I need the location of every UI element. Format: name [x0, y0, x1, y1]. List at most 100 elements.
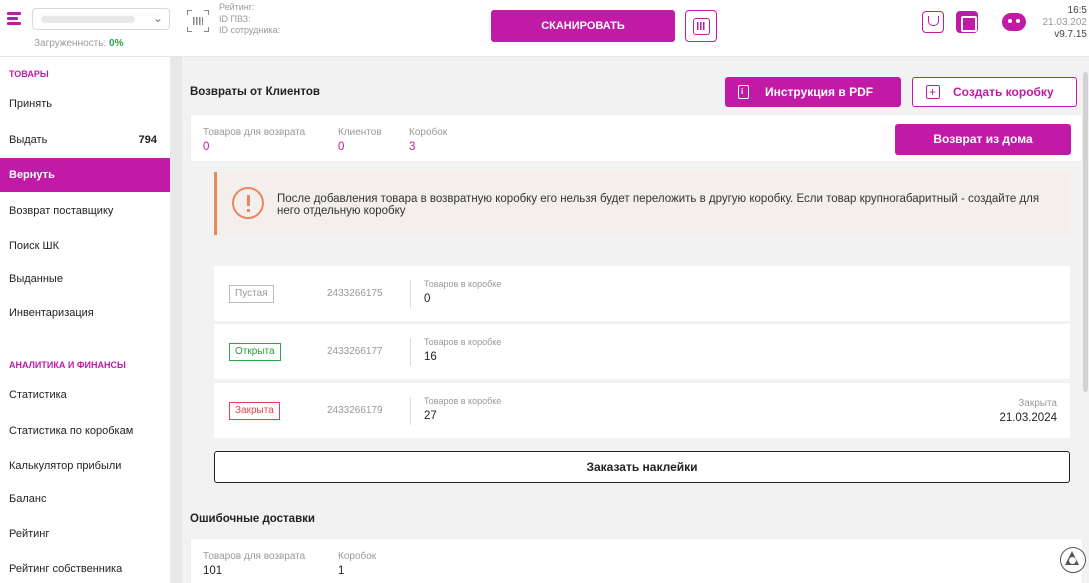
err-stat-boxes: Коробок 1 [338, 551, 376, 577]
sidebar-item-box-statistics[interactable]: Статистика по коробкам [0, 414, 170, 448]
pvz-id-label: ID ПВЗ: [219, 13, 251, 24]
sidebar-item-label: Рейтинг [9, 528, 50, 540]
home-return-button[interactable]: Возврат из дома [895, 124, 1071, 155]
box-count-value: 16 [424, 351, 437, 363]
stat-goods: Товаров для возврата 0 [203, 127, 305, 153]
box-icon[interactable] [956, 11, 978, 33]
sidebar-item-accept[interactable]: Принять [0, 87, 170, 121]
return-box-row[interactable]: Закрыта 2433266179 Товаров в коробке 27 … [214, 383, 1070, 438]
sidebar-section-goods: ТОВАРЫ [9, 69, 49, 79]
sidebar-item-label: Инвентаризация [9, 307, 94, 319]
status-badge: Открыта [229, 343, 281, 361]
order-stickers-button[interactable]: Заказать наклейки [214, 451, 1070, 483]
sidebar-item-label: Статистика по коробкам [9, 425, 134, 437]
document-icon [738, 77, 749, 107]
box-count-value: 0 [424, 293, 431, 305]
box-id: 2433266179 [327, 405, 383, 416]
box-id: 2433266177 [327, 346, 383, 357]
row-divider [410, 338, 411, 366]
help-icon[interactable] [1060, 547, 1086, 573]
stat-goods-label: Товаров для возврата [203, 127, 306, 138]
sidebar-item-barcode-search[interactable]: Поиск ШК [0, 229, 170, 263]
sidebar-item-balance[interactable]: Баланс [0, 482, 170, 516]
return-box-row[interactable]: Пустая 2433266175 Товаров в коробке 0 [214, 266, 1070, 321]
app-version: v9.7.15 [1054, 29, 1087, 40]
sidebar-item-issued[interactable]: Выданные [0, 262, 170, 296]
rating-label: Рейтинг: [219, 2, 255, 12]
sidebar-item-issue[interactable]: Выдать 794 [0, 123, 170, 157]
box-count-label: Товаров в коробке [424, 337, 502, 347]
sidebar-divider [170, 57, 182, 583]
sidebar-item-label: Поиск ШК [9, 240, 60, 252]
create-box-button[interactable]: Создать коробку [912, 77, 1077, 107]
err-stat-goods: Товаров для возврата 101 [203, 551, 305, 577]
sidebar-item-inventory[interactable]: Инвентаризация [0, 296, 170, 330]
box-count: Товаров в коробке 0 [424, 279, 501, 305]
box-id: 2433266175 [327, 288, 383, 299]
sidebar-item-label: Выданные [9, 273, 63, 285]
status-badge: Пустая [229, 285, 274, 303]
pvz-info: Рейтинг: ID ПВЗ: ID сотрудника: [219, 2, 280, 37]
employee-id-label: ID сотрудника: [219, 25, 281, 35]
sidebar-item-label: Принять [9, 98, 52, 110]
stat-boxes-value: 3 [409, 141, 416, 153]
err-stat-boxes-label: Коробок [338, 551, 377, 562]
load-indicator: Загруженность: 0% [34, 38, 123, 49]
stat-clients-value: 0 [338, 141, 345, 153]
scrollbar[interactable] [1083, 72, 1088, 392]
create-box-label: Создать коробку [953, 85, 1054, 99]
chat-bot-icon[interactable] [1002, 13, 1026, 31]
warning-icon [232, 187, 264, 219]
pvz-select[interactable]: ⌄ [32, 8, 170, 30]
clock-date: 21.03.202 [1042, 17, 1088, 28]
menu-icon[interactable] [7, 12, 25, 26]
glass-icon[interactable] [922, 11, 944, 33]
sidebar-item-label: Рейтинг собственника [9, 563, 123, 575]
pvz-select-value [41, 16, 135, 23]
sidebar-item-label: Баланс [9, 493, 47, 505]
sidebar-item-label: Выдать [9, 134, 48, 146]
load-value: 0% [109, 38, 124, 49]
stat-boxes-label: Коробок [409, 127, 448, 138]
row-divider [410, 397, 411, 425]
add-box-icon [926, 78, 940, 106]
load-label: Загруженность: [34, 38, 107, 49]
err-stat-goods-value: 101 [203, 565, 223, 577]
errors-stats-card: Товаров для возврата 101 Коробок 1 [190, 538, 1083, 583]
box-count-label: Товаров в коробке [424, 279, 502, 289]
sidebar: ТОВАРЫ Принять Выдать 794 Вернуть Возврат… [0, 57, 170, 583]
box-closed-date: 21.03.2024 [999, 412, 1057, 424]
stat-boxes: Коробок 3 [409, 127, 447, 153]
top-bar: ⌄ Загруженность: 0% Рейтинг: ID ПВЗ: ID … [0, 0, 1089, 57]
sidebar-item-label: Статистика [9, 389, 67, 401]
box-count: Товаров в коробке 27 [424, 396, 501, 422]
sidebar-item-statistics[interactable]: Статистика [0, 378, 170, 412]
box-count-label: Товаров в коробке [424, 396, 502, 406]
sidebar-item-count: 794 [138, 134, 157, 146]
clock: 16:5 21.03.202 v9.7.15 [1043, 5, 1088, 41]
pdf-instruction-button[interactable]: Инструкция в PDF [725, 77, 901, 107]
stat-clients: Клиентов 0 [338, 127, 382, 153]
sidebar-item-label: Возврат поставщику [9, 205, 114, 217]
stat-goods-value: 0 [203, 141, 210, 153]
sidebar-item-profit-calculator[interactable]: Калькулятор прибыли [0, 449, 170, 483]
sidebar-item-rating[interactable]: Рейтинг [0, 517, 170, 551]
scan-button[interactable]: СКАНИРОВАТЬ [491, 10, 675, 42]
returns-title: Возвраты от Клиентов [190, 86, 320, 98]
box-count: Товаров в коробке 16 [424, 337, 501, 363]
return-box-row[interactable]: Открыта 2433266177 Товаров в коробке 16 [214, 324, 1070, 379]
warning-text: После добавления товара в возвратную кор… [277, 193, 1040, 217]
sidebar-item-label: Калькулятор прибыли [9, 460, 122, 472]
sidebar-item-label: Вернуть [9, 169, 55, 181]
box-closed-label: Закрыта [1018, 398, 1057, 409]
sidebar-item-owner-rating[interactable]: Рейтинг собственника [0, 552, 170, 583]
status-badge: Закрыта [229, 402, 280, 420]
stat-clients-label: Клиентов [338, 127, 382, 138]
sidebar-section-analytics: АНАЛИТИКА И ФИНАНСЫ [9, 360, 126, 370]
pdf-instruction-label: Инструкция в PDF [765, 85, 874, 99]
scan-code-button[interactable] [685, 10, 717, 42]
sidebar-item-return[interactable]: Вернуть [0, 158, 170, 192]
barcode-icon[interactable] [187, 10, 209, 32]
sidebar-item-supplier-return[interactable]: Возврат поставщику [0, 194, 170, 228]
err-stat-goods-label: Товаров для возврата [203, 551, 306, 562]
